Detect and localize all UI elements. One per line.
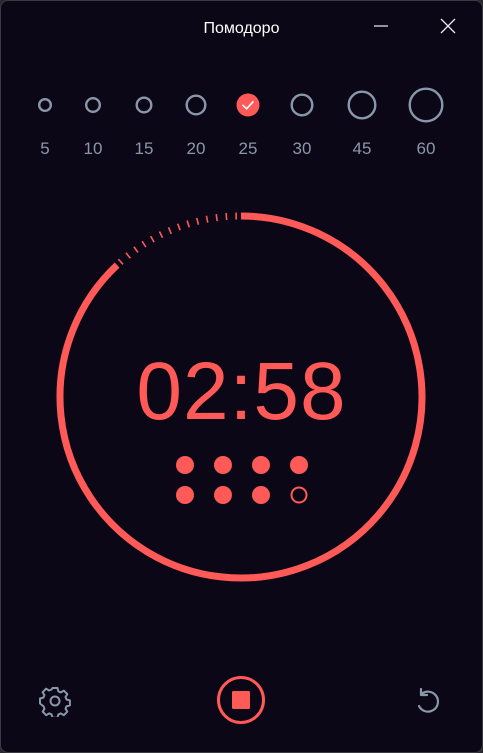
window-title: Помодоро	[203, 20, 280, 37]
preset-label: 5	[40, 139, 50, 158]
preset-circle-icon	[84, 96, 102, 114]
close-icon	[440, 18, 456, 34]
remaining-tick	[195, 217, 200, 225]
session-dot-complete	[252, 486, 270, 504]
remaining-tick	[215, 214, 218, 222]
remaining-tick	[141, 240, 147, 248]
title-bar: Помодоро	[1, 1, 482, 57]
preset-10[interactable]: 10	[68, 85, 118, 165]
preset-circle-icon	[408, 87, 444, 123]
time-display: 02:58	[136, 346, 347, 437]
preset-circle-icon	[185, 94, 207, 116]
minimize-icon	[374, 25, 388, 27]
duration-presets: 5 10 15 20 25 30 45 60	[1, 85, 482, 165]
remaining-tick	[149, 235, 155, 243]
preset-30[interactable]: 30	[277, 85, 327, 165]
preset-15[interactable]: 15	[119, 85, 169, 165]
session-dot-complete	[176, 456, 194, 474]
remaining-tick	[205, 215, 209, 223]
session-dot-complete	[214, 486, 232, 504]
remaining-ticks	[117, 212, 238, 265]
gear-icon	[39, 687, 71, 717]
preset-60[interactable]: 60	[401, 85, 451, 165]
remaining-tick	[186, 220, 190, 228]
remaining-tick	[158, 231, 164, 239]
reset-icon	[417, 687, 440, 713]
preset-label: 30	[292, 139, 312, 158]
preset-label: 60	[416, 139, 436, 158]
close-button[interactable]	[428, 9, 468, 43]
pomodoro-window: Помодоро 5 10 15 20 25 30 45 60 02:58	[0, 0, 483, 753]
preset-20[interactable]: 20	[171, 85, 221, 165]
remaining-tick	[125, 252, 131, 259]
session-dot-complete	[176, 486, 194, 504]
stop-button[interactable]	[215, 674, 267, 726]
session-dot-pending	[290, 486, 308, 504]
preset-circle-icon	[290, 93, 314, 117]
preset-circle-icon	[37, 97, 53, 113]
preset-label: 20	[186, 139, 206, 158]
session-dot-complete	[214, 456, 232, 474]
remaining-tick	[225, 213, 228, 221]
preset-5[interactable]: 5	[20, 85, 70, 165]
preset-45[interactable]: 45	[337, 85, 387, 165]
preset-circle-icon	[347, 90, 377, 120]
preset-label: 25	[238, 139, 258, 158]
preset-label: 45	[352, 139, 372, 158]
preset-label: 10	[83, 139, 103, 158]
preset-circle-icon	[135, 96, 153, 114]
remaining-tick	[133, 246, 139, 253]
stop-icon	[217, 676, 265, 724]
session-dot-complete	[252, 456, 270, 474]
remaining-tick	[117, 258, 124, 265]
check-icon	[236, 93, 260, 117]
preset-25[interactable]: 25	[223, 85, 273, 165]
settings-button[interactable]	[35, 681, 75, 721]
session-dot-complete	[290, 456, 308, 474]
remaining-tick	[167, 227, 172, 235]
preset-label: 15	[134, 139, 154, 158]
minimize-button[interactable]	[361, 9, 401, 43]
reset-button[interactable]	[408, 681, 448, 721]
session-indicators	[176, 456, 308, 504]
remaining-tick	[176, 223, 181, 231]
